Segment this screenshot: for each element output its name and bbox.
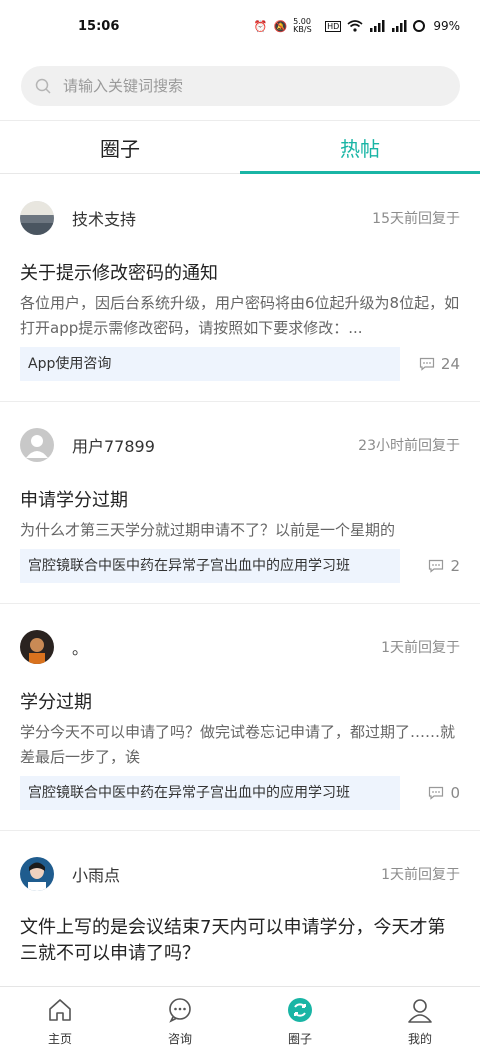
username[interactable]: 。	[72, 635, 88, 659]
signal-icon	[369, 20, 385, 32]
user-icon	[408, 999, 432, 1023]
reply-time: 1天前回复于	[381, 867, 460, 883]
nav-circle-label: 圈子	[287, 1032, 312, 1046]
comment-icon	[429, 559, 444, 573]
tab-hot-posts[interactable]: 热帖	[240, 121, 480, 174]
comment-icon	[429, 786, 444, 800]
nav-mine-label: 我的	[407, 1032, 432, 1046]
battery-icon	[413, 20, 427, 32]
post-excerpt: 为什么才第三天学分就过期申请不了？以前是一个星期的	[20, 521, 396, 539]
circle-icon	[288, 998, 312, 1022]
post-card[interactable]: 技术支持 15天前回复于 关于提示修改密码的通知 各位用户，因后台系统升级，用户…	[0, 175, 480, 402]
avatar[interactable]	[20, 630, 54, 664]
comment-icon	[419, 357, 435, 371]
avatar[interactable]	[20, 428, 54, 462]
status-time: 15:06	[78, 18, 120, 34]
tab-bar: 圈子 热帖	[0, 121, 480, 174]
comment-number: 2	[450, 557, 460, 575]
post-header: 技术支持 15天前回复于	[20, 175, 460, 261]
avatar[interactable]	[20, 857, 54, 891]
post-footer: App使用咨询 24	[20, 347, 460, 401]
post-excerpt: 学分今天不可以申请了吗？做完试卷忘记申请了，都过期了……就差最后一步了，诶	[20, 723, 456, 766]
net-speed: 5.00 KB/S	[293, 17, 312, 34]
alarm-icon: ⏰	[253, 19, 268, 33]
status-icons: ⏰ 🔕 5.00 KB/S HD 99%	[254, 18, 460, 34]
post-title[interactable]: 文件上写的是会议结束7天内可以申请学分，今天才第三就不可以申请了吗？	[20, 915, 460, 967]
mute-icon: 🔕	[273, 19, 288, 33]
nav-home[interactable]: 主页	[0, 987, 120, 1056]
search-input[interactable]	[63, 77, 423, 95]
topic-tag[interactable]: App使用咨询	[20, 347, 400, 381]
hd-icon: HD	[325, 20, 342, 32]
post-footer: 宫腔镜联合中医中药在异常子宫出血中的应用学习班 2	[20, 549, 460, 603]
post-card[interactable]: 小雨点 1天前回复于 文件上写的是会议结束7天内可以申请学分，今天才第三就不可以…	[0, 831, 480, 967]
status-bar: 15:06 ⏰ 🔕 5.00 KB/S HD 99%	[0, 0, 480, 52]
post-header: 用户77899 23小时前回复于	[20, 402, 460, 488]
topic-tag[interactable]: 宫腔镜联合中医中药在异常子宫出血中的应用学习班	[20, 549, 400, 583]
post-header: 。 1天前回复于	[20, 604, 460, 690]
comment-number: 0	[450, 784, 460, 802]
signal-icon-2	[391, 20, 407, 32]
home-icon	[49, 999, 71, 1021]
post-title[interactable]: 关于提示修改密码的通知	[20, 261, 460, 287]
nav-mine[interactable]: 我的	[360, 987, 480, 1056]
tab-circles[interactable]: 圈子	[0, 121, 240, 173]
post-title[interactable]: 学分过期	[20, 690, 460, 716]
nav-consult[interactable]: 咨询	[120, 987, 240, 1056]
nav-consult-label: 咨询	[167, 1032, 192, 1046]
search-icon	[35, 78, 51, 94]
nav-home-label: 主页	[47, 1032, 72, 1046]
reply-time: 1天前回复于	[381, 640, 460, 656]
bottom-nav: 主页 咨询 圈子 我的	[0, 986, 480, 1056]
avatar[interactable]	[20, 201, 54, 235]
post-card[interactable]: 。 1天前回复于 学分过期 学分今天不可以申请了吗？做完试卷忘记申请了，都过期了…	[0, 604, 480, 831]
post-title[interactable]: 申请学分过期	[20, 488, 460, 514]
comment-number: 24	[440, 355, 460, 373]
topic-tag[interactable]: 宫腔镜联合中医中药在异常子宫出血中的应用学习班	[20, 776, 400, 810]
comment-count[interactable]: 2	[428, 557, 460, 575]
post-footer: 宫腔镜联合中医中药在异常子宫出血中的应用学习班 0	[20, 776, 460, 830]
reply-time: 23小时前回复于	[358, 438, 460, 454]
post-excerpt: 各位用户，因后台系统升级，用户密码将由6位起升级为8位起，如打开app提示需修改…	[20, 294, 460, 337]
nav-circle[interactable]: 圈子	[240, 987, 360, 1056]
post-header: 小雨点 1天前回复于	[20, 831, 460, 917]
comment-count[interactable]: 0	[428, 784, 460, 802]
comment-count[interactable]: 24	[419, 355, 460, 373]
search-bar[interactable]	[21, 66, 460, 106]
battery-level: 99%	[433, 19, 460, 33]
chat-icon	[169, 998, 191, 1023]
post-feed: 技术支持 15天前回复于 关于提示修改密码的通知 各位用户，因后台系统升级，用户…	[0, 175, 480, 985]
post-card[interactable]: 用户77899 23小时前回复于 申请学分过期 为什么才第三天学分就过期申请不了…	[0, 402, 480, 604]
reply-time: 15天前回复于	[372, 211, 460, 227]
wifi-icon	[347, 20, 363, 32]
username[interactable]: 用户77899	[72, 433, 155, 457]
username[interactable]: 小雨点	[72, 862, 120, 886]
username[interactable]: 技术支持	[72, 206, 136, 230]
